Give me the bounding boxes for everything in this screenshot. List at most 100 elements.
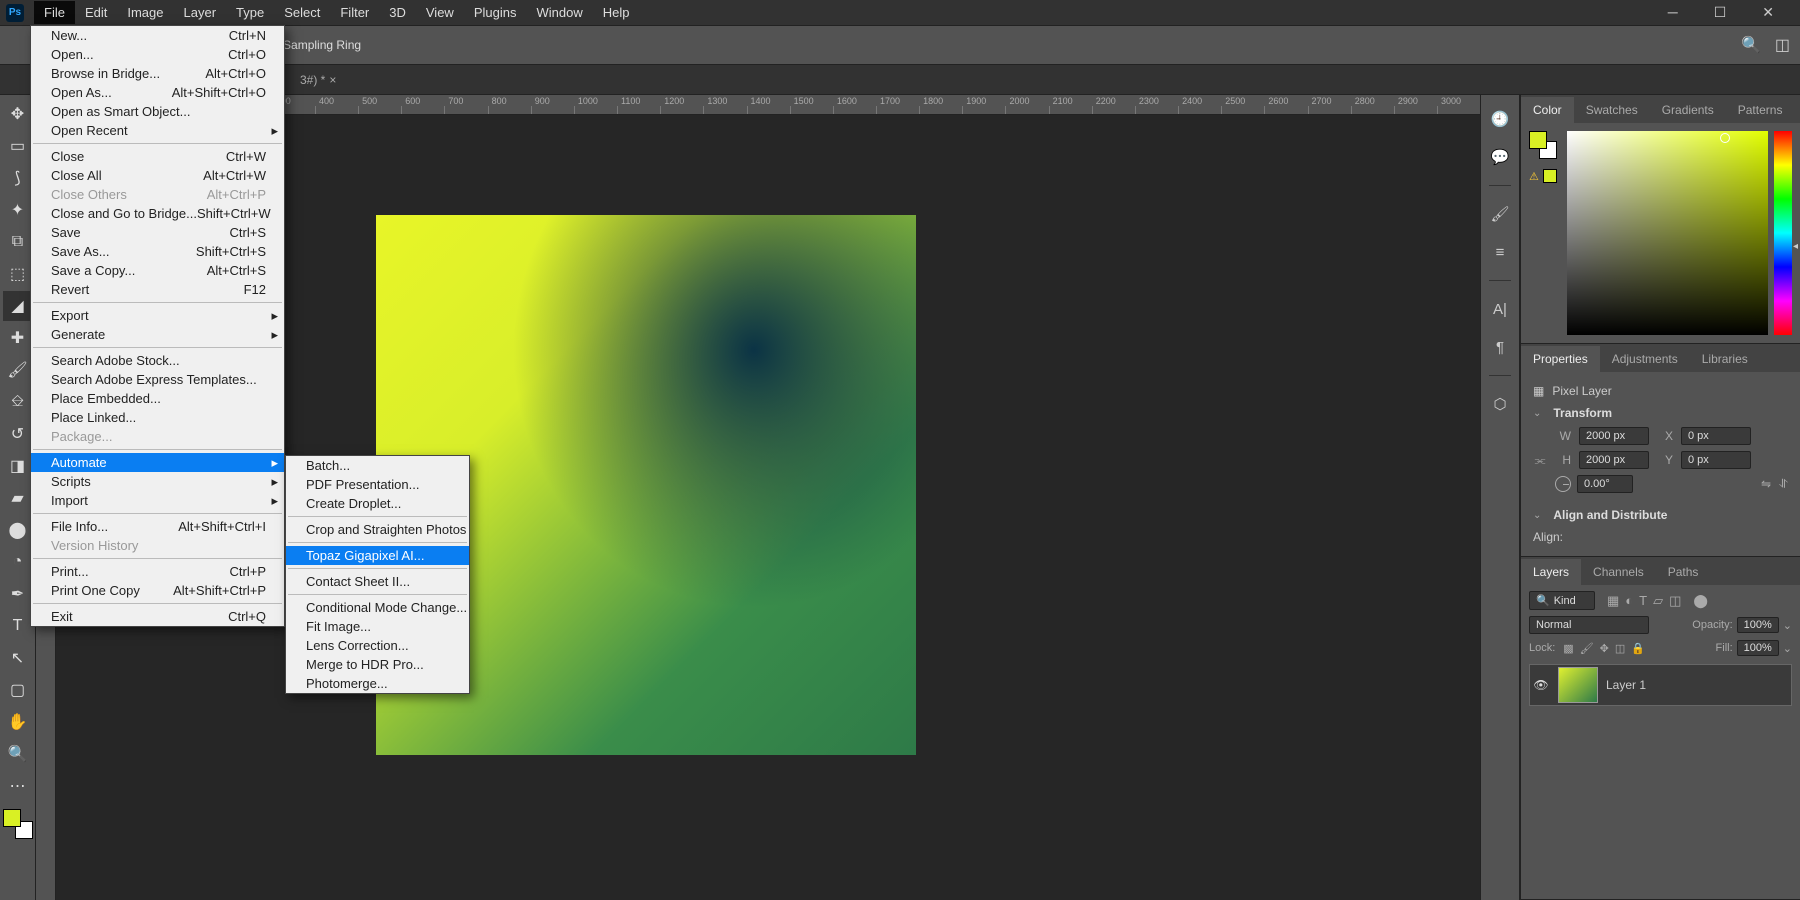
menu-edit[interactable]: Edit — [75, 1, 117, 24]
layer-filter-select[interactable]: 🔍 Kind — [1529, 591, 1595, 610]
y-input[interactable]: 0 px — [1681, 451, 1751, 469]
menu-item-revert[interactable]: RevertF12 — [31, 280, 284, 299]
angle-input[interactable]: 0.00° — [1577, 475, 1633, 493]
menu-item-photomerge[interactable]: Photomerge... — [286, 674, 469, 693]
menu-item-crop-and-straighten-photos[interactable]: Crop and Straighten Photos — [286, 520, 469, 539]
more-tools[interactable]: ⋯ — [3, 771, 33, 801]
menu-item-print-one-copy[interactable]: Print One CopyAlt+Shift+Ctrl+P — [31, 581, 284, 600]
close-tab-icon[interactable]: × — [329, 73, 336, 87]
pen-tool[interactable]: ✒ — [3, 579, 33, 609]
frame-tool[interactable]: ⬚ — [3, 259, 33, 289]
align-collapser[interactable]: ⌄ — [1533, 510, 1541, 521]
tab-gradients[interactable]: Gradients — [1650, 97, 1726, 123]
crop-tool[interactable]: ⧉ — [3, 227, 33, 257]
transform-collapser[interactable]: ⌄ — [1533, 408, 1541, 419]
menu-view[interactable]: View — [416, 1, 464, 24]
close-button[interactable]: ✕ — [1754, 2, 1782, 23]
menu-item-print[interactable]: Print...Ctrl+P — [31, 562, 284, 581]
menu-item-conditional-mode-change[interactable]: Conditional Mode Change... — [286, 598, 469, 617]
layer-name[interactable]: Layer 1 — [1606, 678, 1646, 692]
menu-item-generate[interactable]: Generate▸ — [31, 325, 284, 344]
history-panel-icon[interactable]: 🕘 — [1486, 105, 1514, 133]
opacity-chevron-icon[interactable]: ⌄ — [1783, 619, 1792, 632]
color-swatches[interactable] — [3, 809, 33, 839]
menu-item-open[interactable]: Open...Ctrl+O — [31, 45, 284, 64]
move-tool[interactable]: ✥ — [3, 99, 33, 129]
link-dimensions-icon[interactable]: ⫘ — [1533, 453, 1547, 468]
menu-type[interactable]: Type — [226, 1, 274, 24]
menu-item-file-info[interactable]: File Info...Alt+Shift+Ctrl+I — [31, 517, 284, 536]
filter-shape-icon[interactable]: ▱ — [1653, 593, 1663, 609]
menu-item-create-droplet[interactable]: Create Droplet... — [286, 494, 469, 513]
dodge-tool[interactable]: ◔ — [3, 547, 33, 577]
stamp-tool[interactable]: ⎒ — [3, 387, 33, 417]
brush-settings-icon[interactable]: 🖌 — [1486, 200, 1514, 228]
width-input[interactable]: 2000 px — [1579, 427, 1649, 445]
menu-item-search-adobe-express-templates[interactable]: Search Adobe Express Templates... — [31, 370, 284, 389]
lasso-tool[interactable]: ⟆ — [3, 163, 33, 193]
flip-horizontal-icon[interactable]: ⇋ — [1761, 477, 1771, 492]
menu-help[interactable]: Help — [593, 1, 640, 24]
tab-layers[interactable]: Layers — [1521, 559, 1581, 585]
mini-swatches[interactable] — [1529, 131, 1557, 159]
search-icon[interactable]: 🔍 — [1741, 35, 1761, 55]
fill-value[interactable]: 100% — [1737, 640, 1779, 656]
menu-item-close-all[interactable]: Close AllAlt+Ctrl+W — [31, 166, 284, 185]
comments-panel-icon[interactable]: 💬 — [1486, 143, 1514, 171]
paragraph-panel-icon[interactable]: ¶ — [1486, 333, 1514, 361]
history-brush-tool[interactable]: ↺ — [3, 419, 33, 449]
shape-tool[interactable]: ▢ — [3, 675, 33, 705]
x-input[interactable]: 0 px — [1681, 427, 1751, 445]
visibility-icon[interactable]: 👁 — [1532, 678, 1550, 692]
menu-item-save-a-copy[interactable]: Save a Copy...Alt+Ctrl+S — [31, 261, 284, 280]
gamut-warning[interactable]: ⚠ — [1529, 169, 1561, 183]
menu-item-export[interactable]: Export▸ — [31, 306, 284, 325]
menu-3d[interactable]: 3D — [379, 1, 416, 24]
eyedropper-tool[interactable]: ◢ — [3, 291, 33, 321]
gradient-tool[interactable]: ▰ — [3, 483, 33, 513]
menu-file[interactable]: File — [34, 1, 75, 24]
menu-item-search-adobe-stock[interactable]: Search Adobe Stock... — [31, 351, 284, 370]
tab-swatches[interactable]: Swatches — [1574, 97, 1650, 123]
3d-panel-icon[interactable]: ⬡ — [1486, 390, 1514, 418]
lock-position-icon[interactable]: ✥ — [1600, 642, 1609, 655]
menu-item-place-linked[interactable]: Place Linked... — [31, 408, 284, 427]
menu-item-close[interactable]: CloseCtrl+W — [31, 147, 284, 166]
eraser-tool[interactable]: ◨ — [3, 451, 33, 481]
menu-item-contact-sheet-ii[interactable]: Contact Sheet II... — [286, 572, 469, 591]
lock-artboard-icon[interactable]: ◫ — [1615, 642, 1625, 655]
lock-paint-icon[interactable]: 🖌 — [1580, 642, 1594, 655]
menu-item-exit[interactable]: ExitCtrl+Q — [31, 607, 284, 626]
healing-tool[interactable]: ✚ — [3, 323, 33, 353]
menu-item-save-as[interactable]: Save As...Shift+Ctrl+S — [31, 242, 284, 261]
maximize-button[interactable]: ☐ — [1706, 2, 1735, 23]
tab-channels[interactable]: Channels — [1581, 559, 1656, 585]
menu-filter[interactable]: Filter — [330, 1, 379, 24]
menu-item-open-as[interactable]: Open As...Alt+Shift+Ctrl+O — [31, 83, 284, 102]
menu-item-open-recent[interactable]: Open Recent▸ — [31, 121, 284, 140]
quick-select-tool[interactable]: ✦ — [3, 195, 33, 225]
menu-item-place-embedded[interactable]: Place Embedded... — [31, 389, 284, 408]
filter-smart-icon[interactable]: ◫ — [1669, 593, 1681, 609]
opacity-value[interactable]: 100% — [1737, 617, 1779, 633]
menu-plugins[interactable]: Plugins — [464, 1, 527, 24]
menu-item-lens-correction[interactable]: Lens Correction... — [286, 636, 469, 655]
filter-pixel-icon[interactable]: ▦ — [1607, 593, 1619, 609]
blur-tool[interactable]: ⬤ — [3, 515, 33, 545]
menu-select[interactable]: Select — [274, 1, 330, 24]
type-tool[interactable]: T — [3, 611, 33, 641]
menu-item-automate[interactable]: Automate▸ — [31, 453, 284, 472]
workspace-icon[interactable]: ◫ — [1775, 35, 1790, 55]
menu-item-open-as-smart-object[interactable]: Open as Smart Object... — [31, 102, 284, 121]
hue-slider[interactable]: ◂ — [1774, 131, 1792, 335]
menu-item-import[interactable]: Import▸ — [31, 491, 284, 510]
menu-layer[interactable]: Layer — [174, 1, 227, 24]
menu-item-browse-in-bridge[interactable]: Browse in Bridge...Alt+Ctrl+O — [31, 64, 284, 83]
layer-thumbnail[interactable] — [1558, 667, 1598, 703]
brush-tool[interactable]: 🖌 — [3, 355, 33, 385]
brushes-icon[interactable]: ≡ — [1486, 238, 1514, 266]
menu-item-save[interactable]: SaveCtrl+S — [31, 223, 284, 242]
tab-paths[interactable]: Paths — [1656, 559, 1711, 585]
filter-type-icon[interactable]: T — [1639, 593, 1647, 609]
color-field[interactable] — [1567, 131, 1768, 335]
